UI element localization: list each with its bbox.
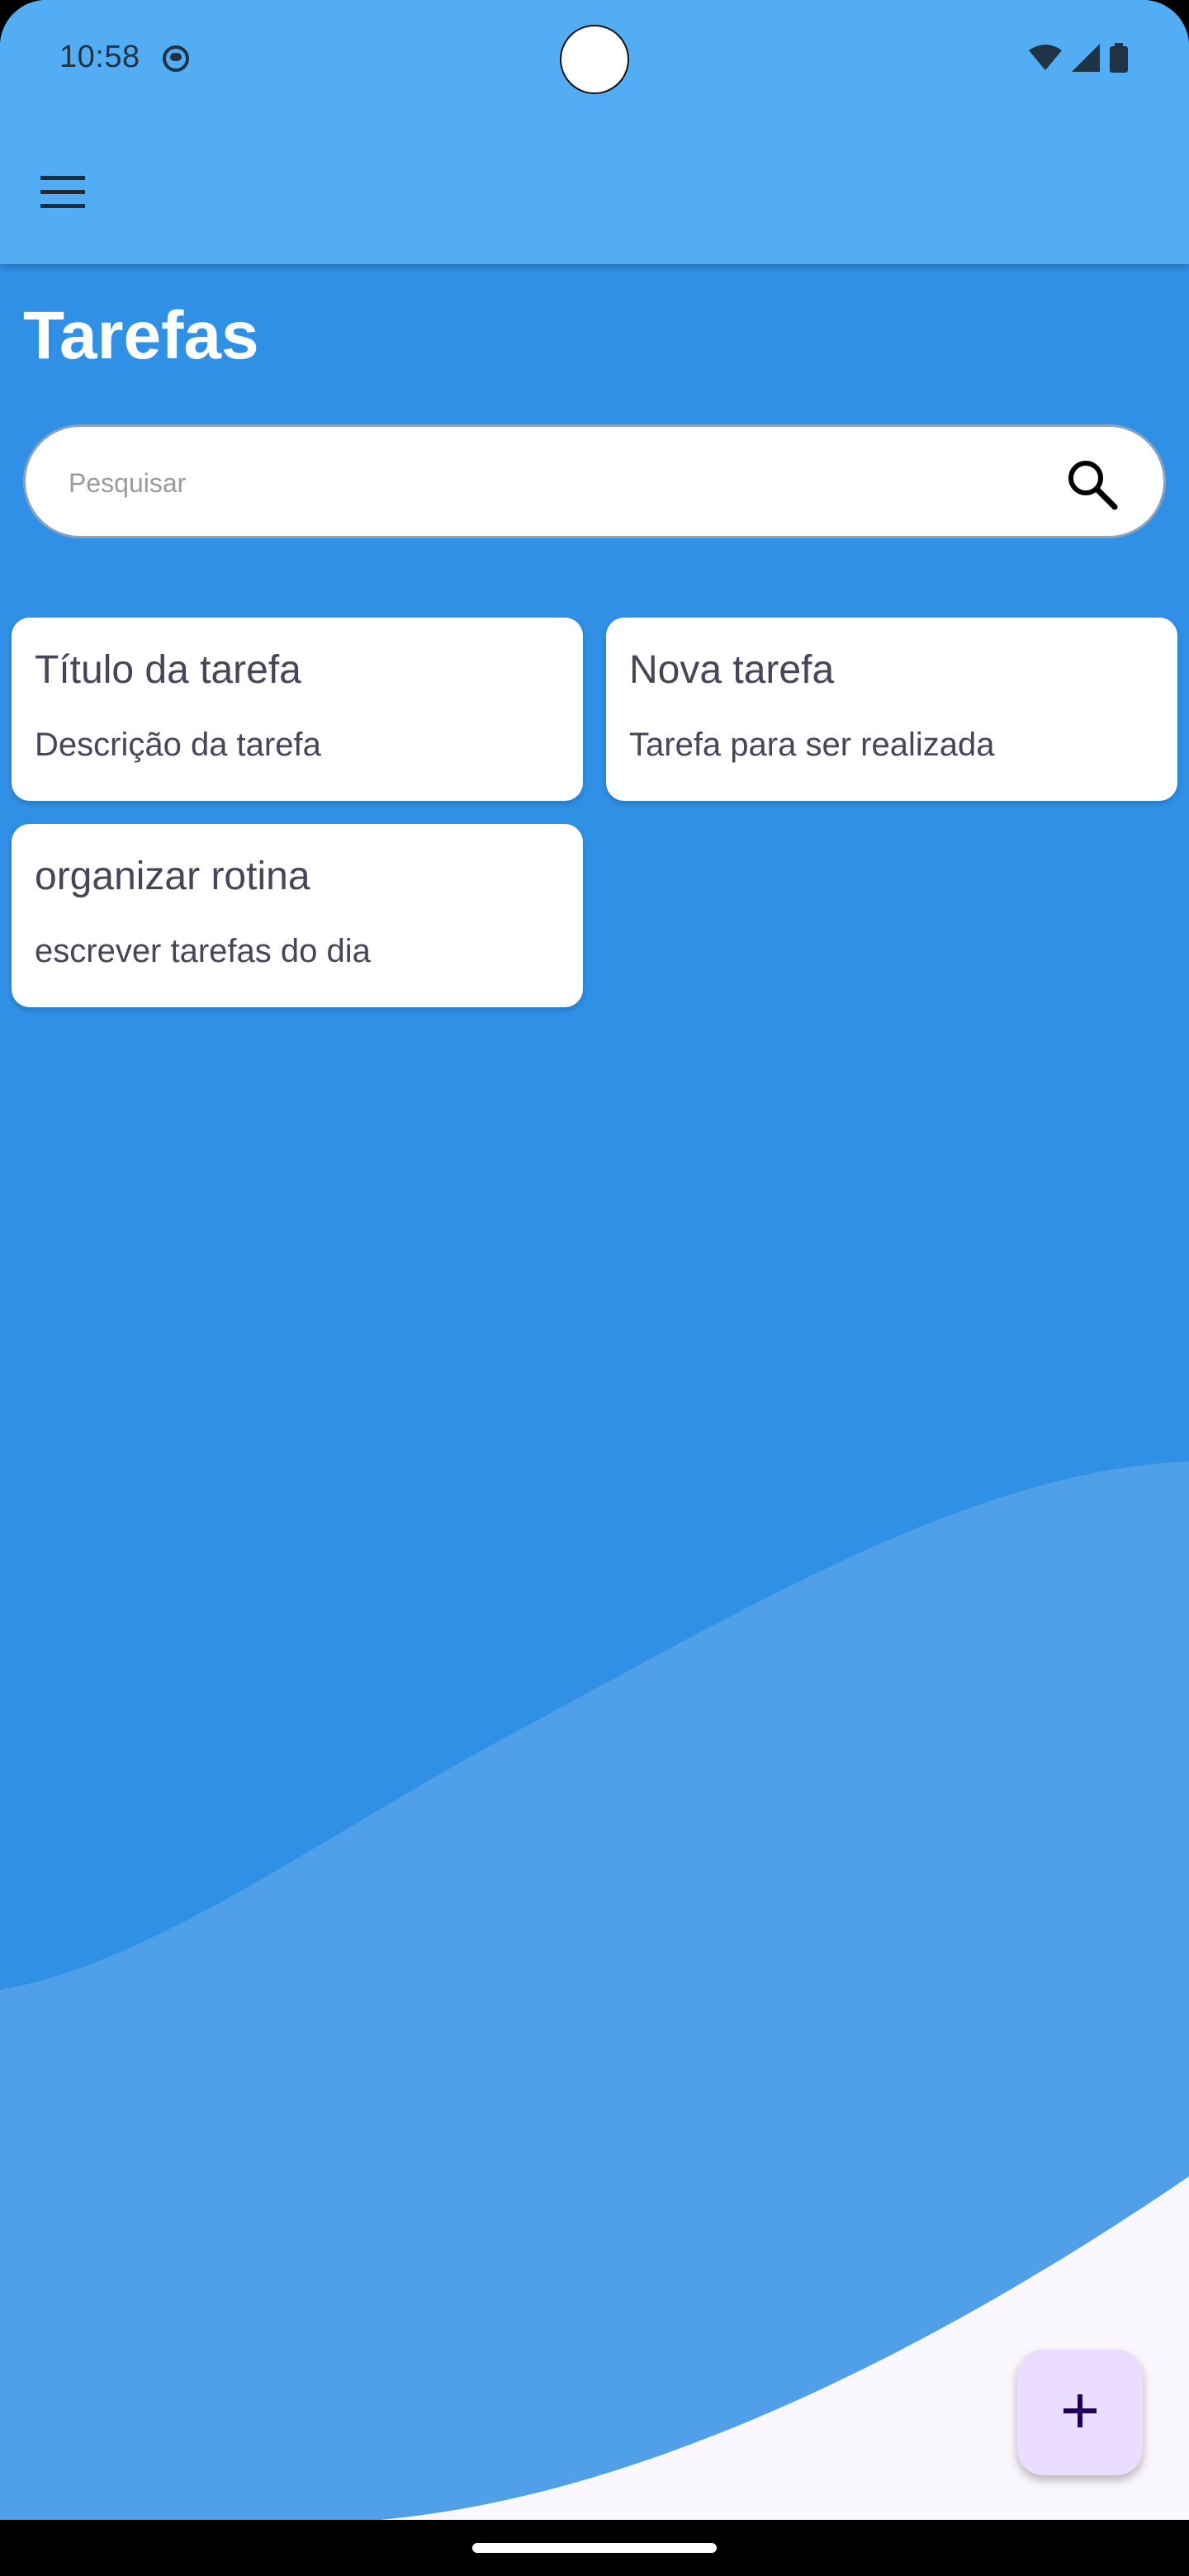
status-time: 10:58 [59, 40, 140, 74]
task-title: organizar rotina [35, 855, 310, 898]
task-description: escrever tarefas do dia [35, 933, 371, 969]
task-card[interactable]: organizar rotina escrever tarefas do dia [12, 824, 583, 1007]
task-title: Nova tarefa [629, 648, 835, 692]
task-card[interactable]: Título da tarefa Descrição da tarefa [12, 618, 583, 801]
wifi-icon [1029, 44, 1062, 76]
add-task-button[interactable] [1017, 2350, 1143, 2475]
status-icons [1029, 43, 1128, 77]
home-indicator[interactable] [472, 2543, 717, 2553]
camera-cutout [560, 25, 629, 94]
hamburger-menu-icon[interactable] [36, 165, 89, 218]
task-description: Descrição da tarefa [35, 727, 321, 763]
app-notification-icon [162, 45, 190, 73]
task-card[interactable]: Nova tarefa Tarefa para ser realizada [606, 618, 1177, 801]
search-icon[interactable] [1063, 455, 1120, 513]
main-content: Tarefas Título da tarefa Descrição da ta… [0, 0, 1189, 2576]
app-screen: 10:58 Tarefas Pesquisar Título da tarefa… [0, 0, 1189, 2576]
search-bar [23, 424, 1166, 538]
page-title: Tarefas [23, 298, 259, 373]
task-description: Tarefa para ser realizada [629, 727, 995, 763]
task-title: Título da tarefa [35, 648, 301, 692]
app-bar: 10:58 [0, 0, 1189, 264]
battery-icon [1110, 43, 1128, 77]
search-input[interactable] [69, 457, 1026, 509]
system-navigation-bar [0, 2520, 1189, 2576]
plus-icon [1062, 2393, 1098, 2433]
cellular-signal-icon [1072, 44, 1100, 76]
